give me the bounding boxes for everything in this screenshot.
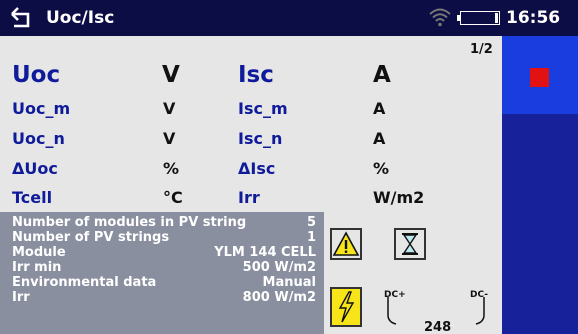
parameter-value: YLM 144 CELL bbox=[214, 245, 316, 260]
parameter-label: Module bbox=[12, 245, 66, 260]
parameter-row: Irr 800 W/m2 bbox=[12, 290, 316, 305]
result-unit: % bbox=[163, 159, 180, 178]
parameter-label: Irr bbox=[12, 290, 30, 305]
parameter-label: Number of PV strings bbox=[12, 230, 170, 245]
result-unit: V bbox=[162, 62, 180, 88]
start-stop-button[interactable] bbox=[502, 36, 578, 114]
status-bar: Uoc/Isc 16:56 bbox=[0, 0, 578, 36]
result-name: Uoc_n bbox=[12, 129, 65, 148]
result-unit: A bbox=[373, 62, 391, 88]
parameter-value: 500 W/m2 bbox=[242, 260, 316, 275]
high-voltage-indicator bbox=[330, 287, 362, 327]
parameter-row: Irr min 500 W/m2 bbox=[12, 260, 316, 275]
result-unit: A bbox=[373, 129, 386, 148]
hourglass-indicator bbox=[394, 228, 426, 260]
result-name: Isc_n bbox=[238, 129, 283, 148]
stop-icon bbox=[530, 68, 549, 87]
result-unit: V bbox=[163, 99, 176, 118]
result-unit: °C bbox=[163, 188, 183, 207]
parameter-row: Number of modules in PV string 5 bbox=[12, 215, 316, 230]
parameter-value: 800 W/m2 bbox=[242, 290, 316, 305]
parameter-label: Number of modules in PV string bbox=[12, 215, 247, 230]
result-name: ΔIsc bbox=[238, 159, 276, 178]
result-unit: A bbox=[373, 99, 386, 118]
clock: 16:56 bbox=[506, 8, 561, 28]
terminal-voltage: 248 bbox=[424, 320, 452, 334]
result-name: ΔUoc bbox=[12, 159, 58, 178]
parameter-list[interactable]: Number of modules in PV string 5 Number … bbox=[0, 212, 324, 334]
result-name: Uoc_m bbox=[12, 99, 71, 118]
warning-indicator bbox=[330, 228, 362, 260]
results-table: 1/2 Uoc V Isc A Uoc_m V Isc_m A Uoc_n V … bbox=[0, 36, 502, 212]
result-name: Isc_m bbox=[238, 99, 288, 118]
result-unit: W/m2 bbox=[373, 188, 425, 207]
result-name: Irr bbox=[238, 188, 260, 207]
dc-plus-label: DC+ bbox=[384, 290, 406, 300]
parameter-value: 5 bbox=[306, 215, 316, 230]
measurement-panel: 1/2 Uoc V Isc A Uoc_m V Isc_m A Uoc_n V … bbox=[0, 36, 502, 334]
screen-title: Uoc/Isc bbox=[46, 8, 115, 28]
result-unit: V bbox=[163, 129, 176, 148]
parameter-row: Module YLM 144 CELL bbox=[12, 245, 316, 260]
parameter-label: Environmental data bbox=[12, 275, 157, 290]
result-name: Tcell bbox=[12, 188, 53, 207]
parameter-value: 1 bbox=[306, 230, 316, 245]
page-indicator[interactable]: 1/2 bbox=[470, 42, 493, 57]
side-panel bbox=[502, 36, 578, 334]
back-arrow-icon[interactable] bbox=[8, 6, 34, 30]
indicator-area: DC+ DC- 248 bbox=[324, 212, 502, 334]
result-name: Isc bbox=[238, 62, 274, 88]
result-name: Uoc bbox=[12, 62, 61, 88]
battery-icon bbox=[457, 11, 500, 25]
dc-minus-label: DC- bbox=[470, 290, 489, 300]
parameter-row: Environmental data Manual bbox=[12, 275, 316, 290]
parameter-row: Number of PV strings 1 bbox=[12, 230, 316, 245]
wifi-icon bbox=[429, 8, 451, 27]
high-voltage-icon bbox=[338, 291, 355, 323]
parameter-label: Irr min bbox=[12, 260, 62, 275]
parameter-value: Manual bbox=[262, 275, 316, 290]
hourglass-icon bbox=[402, 233, 418, 255]
warning-icon bbox=[332, 231, 360, 256]
result-unit: % bbox=[373, 159, 390, 178]
